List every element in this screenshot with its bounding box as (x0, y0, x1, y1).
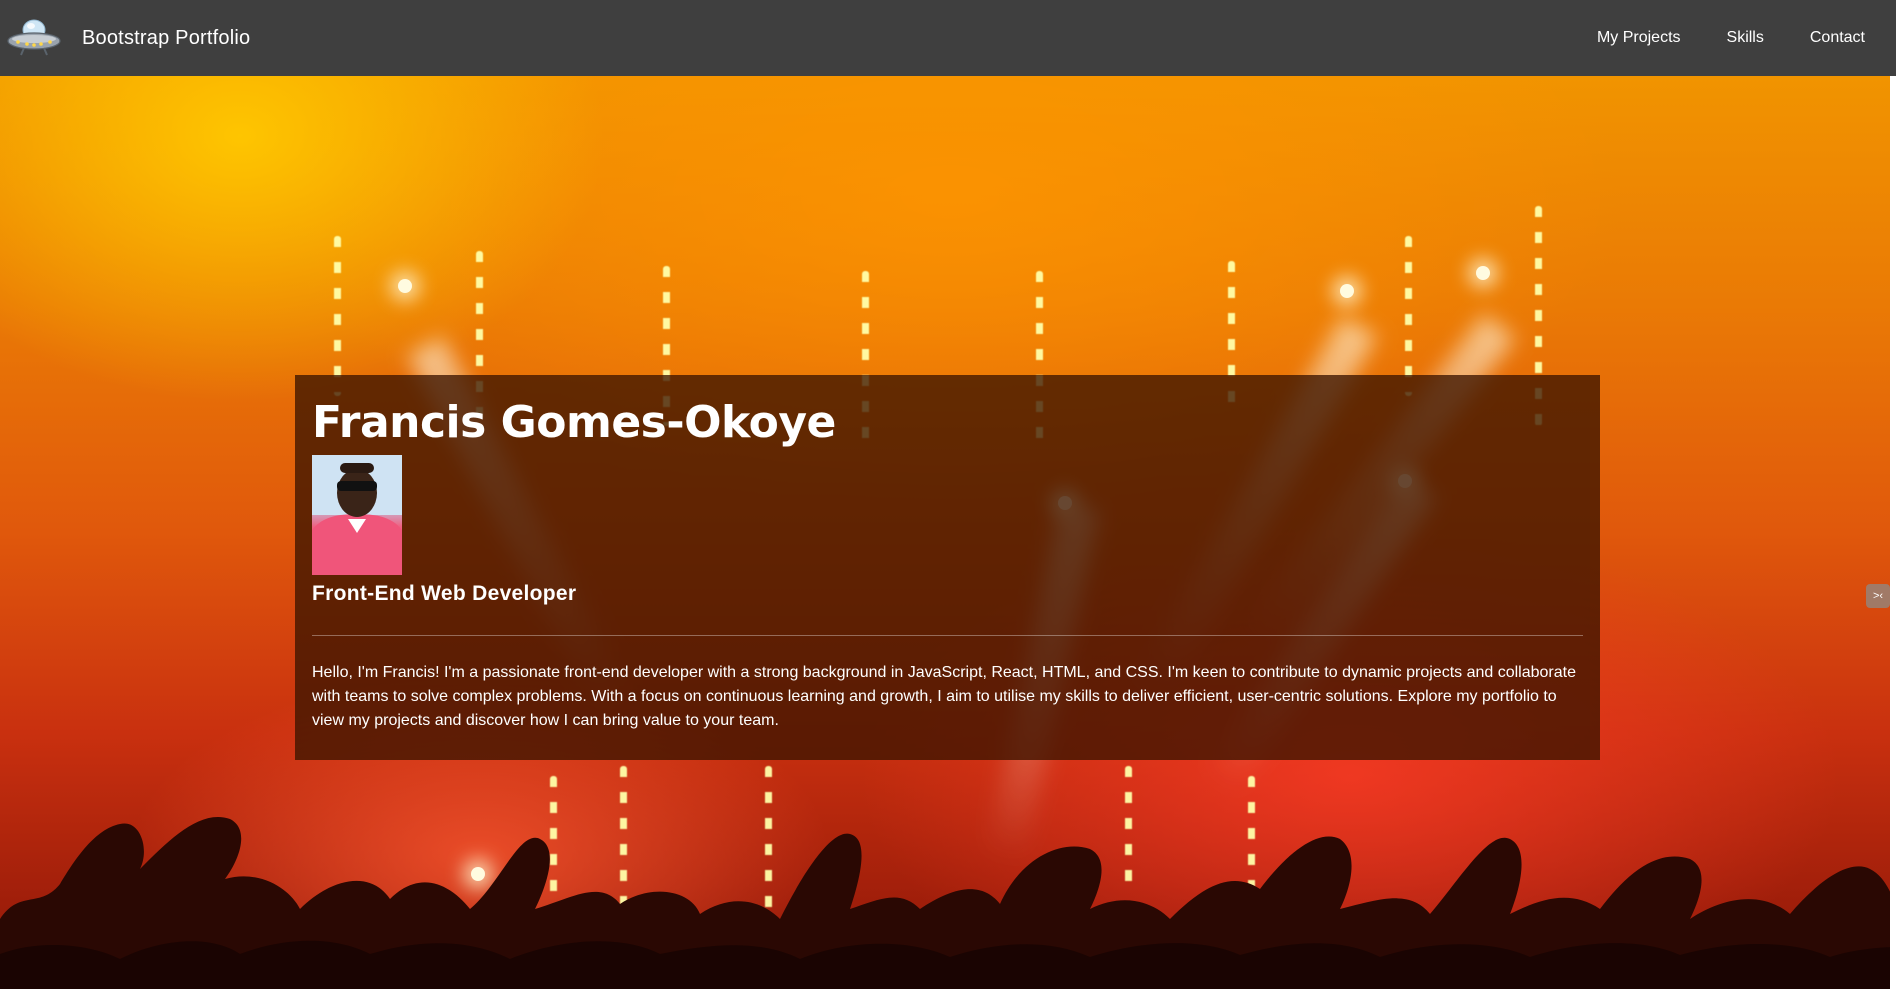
spotlight (1476, 266, 1490, 280)
nav-link-my-projects[interactable]: My Projects (1597, 29, 1681, 47)
brand-link[interactable]: Bootstrap Portfolio (6, 15, 250, 61)
stage-light (334, 236, 341, 396)
stage-light (1405, 236, 1412, 396)
spotlight (1340, 284, 1354, 298)
intro-role: Front-End Web Developer (312, 582, 577, 605)
intro-name: Francis Gomes-Okoye (312, 397, 836, 448)
divider (312, 635, 1583, 636)
page-edge (1890, 76, 1896, 989)
intro-bio: Hello, I'm Francis! I'm a passionate fro… (312, 664, 1576, 729)
brand-text[interactable]: Bootstrap Portfolio (82, 27, 250, 50)
crowd-silhouette (0, 817, 1896, 989)
navbar: Bootstrap Portfolio My Projects Skills C… (0, 0, 1896, 76)
spotlight (398, 279, 412, 293)
sidebar-toggle-icon[interactable]: >‹ (1866, 584, 1890, 608)
nav-link-skills[interactable]: Skills (1727, 29, 1764, 47)
intro-card: Francis Gomes-Okoye Front-End Web Develo… (295, 375, 1600, 760)
profile-photo (312, 455, 402, 575)
nav-link-contact[interactable]: Contact (1810, 29, 1865, 47)
ufo-icon (6, 15, 62, 61)
nav-links: My Projects Skills Contact (1551, 29, 1865, 47)
